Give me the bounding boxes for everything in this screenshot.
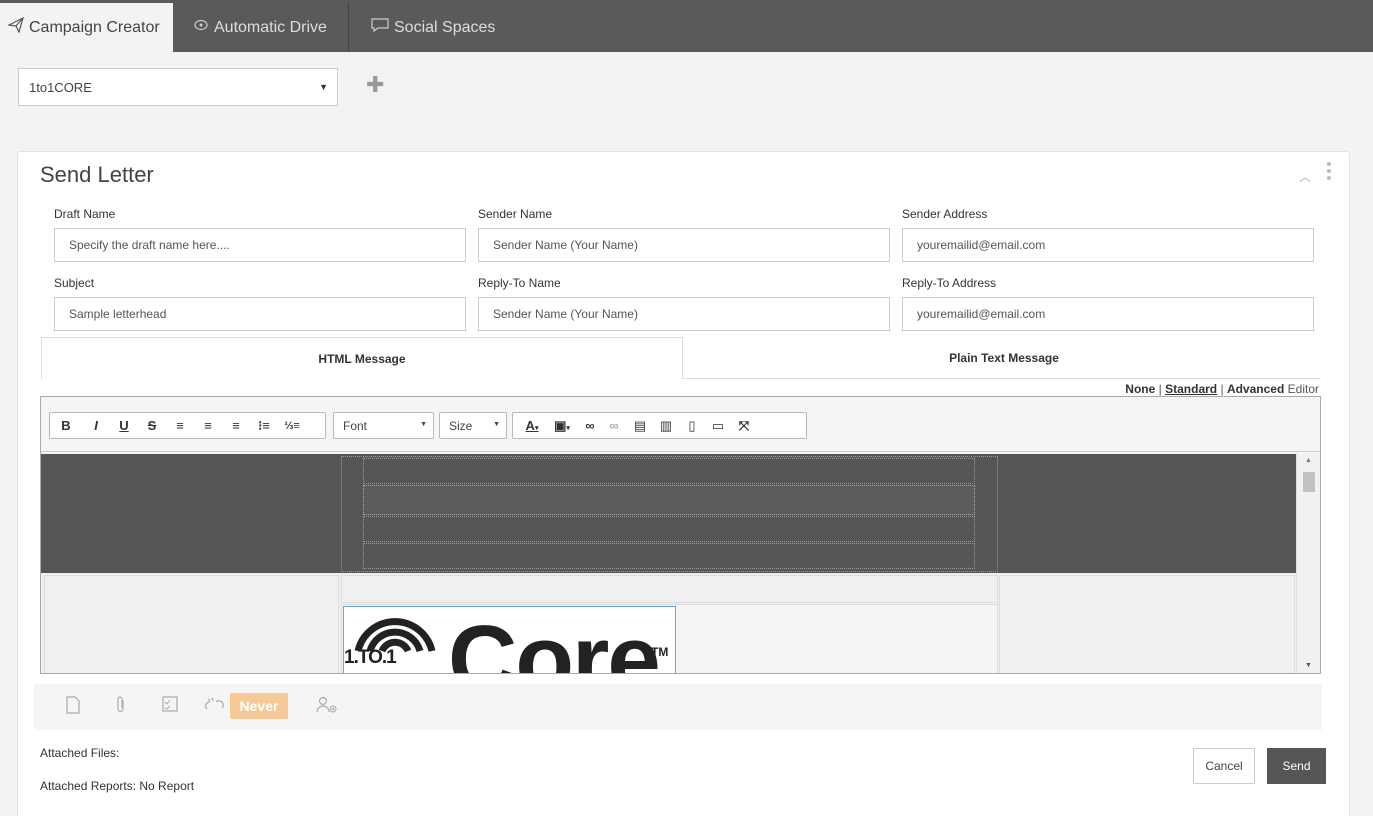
new-page-icon[interactable]: ▯ [681,418,703,434]
italic-button[interactable]: I [85,418,107,433]
scroll-thumb[interactable] [1303,472,1315,492]
draft-name-placeholder: Specify the draft name here.... [69,238,230,252]
subject-value: Sample letterhead [69,307,167,321]
tab-campaign-creator[interactable]: Campaign Creator [0,3,173,52]
subject-label: Subject [54,276,95,290]
maximize-icon[interactable]: ⤧ [733,418,755,434]
draft-name-label: Draft Name [54,207,116,221]
reply-to-address-label: Reply-To Address [902,276,997,290]
draft-name-input[interactable]: Specify the draft name here.... [54,228,466,262]
editor-mode-none[interactable]: None [1125,382,1155,396]
document-icon[interactable] [66,696,80,719]
reply-to-name-label: Reply-To Name [478,276,561,290]
company-logo[interactable]: 1.TO.1 Core TM [343,606,676,673]
logo-tm: TM [651,645,669,659]
paperclip-icon[interactable] [116,696,126,719]
editor-mode-standard[interactable]: Standard [1165,382,1217,396]
sender-address-input[interactable]: youremailid@email.com [902,228,1314,262]
align-left-icon[interactable]: ≡ [169,418,191,433]
reply-to-name-input[interactable]: Sender Name (Your Name) [478,297,890,331]
insert-button-group: A▾ ▣▾ ∞ ∞ ▤ ▥ ▯ ▭ ⤧ [512,412,807,439]
attached-files-label: Attached Files: [40,746,120,760]
caret-down-icon: ▼ [493,421,500,428]
editor-scrollbar[interactable]: ▲ ▼ [1296,454,1320,673]
reply-to-name-placeholder: Sender Name (Your Name) [493,307,638,321]
tab-label: Social Spaces [394,18,496,36]
attachment-toolbar: Never [34,684,1322,730]
background-color-icon[interactable]: ▣▾ [551,418,573,434]
logo-brand: Core [448,606,661,673]
caret-down-icon: ▼ [319,82,328,92]
send-button[interactable]: Send [1267,748,1326,784]
format-button-group: B I U S ≡ ≡ ≡ ⁝≡ ⅓≡ [49,412,326,439]
reply-to-address-value: youremailid@email.com [917,307,1046,321]
kebab-menu-icon[interactable] [1327,162,1331,183]
text-color-icon[interactable]: A▾ [521,418,543,433]
chat-icon [371,18,389,37]
account-select-value: 1to1CORE [29,79,92,95]
add-user-icon[interactable] [316,696,338,719]
panel-title: Send Letter [40,162,154,187]
caret-down-icon: ▼ [420,421,427,428]
tab-html-message[interactable]: HTML Message [41,337,683,379]
paste-word-icon[interactable]: ▥ [655,418,677,434]
paste-text-icon[interactable]: ▤ [629,418,651,434]
font-select[interactable]: Font ▼ [333,412,434,439]
subject-input[interactable]: Sample letterhead [54,297,466,331]
size-select[interactable]: Size ▼ [439,412,507,439]
tab-social-spaces[interactable]: Social Spaces [349,3,509,52]
send-letter-panel: Send Letter ︿ Draft Name Specify the dra… [17,151,1350,816]
tab-plain-text-message[interactable]: Plain Text Message [683,337,1325,379]
scroll-up-icon[interactable]: ▲ [1305,457,1312,464]
font-select-label: Font [343,418,368,433]
editor-mode-switch: None | Standard | Advanced Editor [1125,382,1319,396]
sender-name-label: Sender Name [478,207,553,221]
editor-toolbar: B I U S ≡ ≡ ≡ ⁝≡ ⅓≡ Font ▼ Size ▼ A▾ ▣▾ [41,397,1320,452]
add-account-button[interactable]: ✚ [366,74,384,96]
underline-button[interactable]: U [113,418,135,433]
strikethrough-button[interactable]: S [141,418,163,433]
scroll-down-icon[interactable]: ▼ [1305,662,1312,669]
sender-name-placeholder: Sender Name (Your Name) [493,238,638,252]
reply-to-address-input[interactable]: youremailid@email.com [902,297,1314,331]
sender-name-input[interactable]: Sender Name (Your Name) [478,228,890,262]
top-tab-bar: Campaign Creator Automatic Drive Social … [0,0,1373,52]
tab-plain-label: Plain Text Message [949,351,1059,365]
broken-link-icon[interactable] [204,696,226,719]
align-center-icon[interactable]: ≡ [197,418,219,433]
paper-plane-icon [7,16,24,38]
tab-automatic-drive[interactable]: Automatic Drive [173,3,348,52]
tab-html-label: HTML Message [318,351,406,366]
attached-reports-label: Attached Reports: No Report [40,779,195,793]
send-button-label: Send [1282,759,1311,773]
report-icon[interactable] [162,696,178,717]
unlink-icon[interactable]: ∞ [603,418,625,433]
numbered-list-icon[interactable]: ⅓≡ [281,420,303,432]
editor-mode-suffix: Editor [1287,382,1319,396]
sender-address-label: Sender Address [902,207,988,221]
drive-icon [193,18,209,37]
rich-text-editor[interactable]: B I U S ≡ ≡ ≡ ⁝≡ ⅓≡ Font ▼ Size ▼ A▾ ▣▾ [40,396,1321,674]
bold-button[interactable]: B [55,418,77,433]
expiry-badge[interactable]: Never [230,693,288,719]
tab-label: Campaign Creator [29,18,160,36]
cancel-button-label: Cancel [1205,759,1243,773]
editor-mode-advanced[interactable]: Advanced [1227,382,1284,396]
account-select[interactable]: 1to1CORE ▼ [18,68,338,106]
editor-canvas[interactable]: 1.TO.1 Core TM [41,454,1296,673]
preview-icon[interactable]: ▭ [707,418,729,434]
align-right-icon[interactable]: ≡ [225,418,247,433]
size-select-label: Size [449,418,473,433]
cancel-button[interactable]: Cancel [1193,748,1255,784]
expiry-label: Never [239,698,279,714]
sender-address-value: youremailid@email.com [917,238,1046,252]
bullet-list-icon[interactable]: ⁝≡ [253,418,275,434]
link-icon[interactable]: ∞ [579,418,601,433]
tab-label: Automatic Drive [214,18,327,36]
logo-prefix: 1.TO.1 [344,647,397,668]
collapse-chevron-icon[interactable]: ︿ [1299,168,1311,185]
